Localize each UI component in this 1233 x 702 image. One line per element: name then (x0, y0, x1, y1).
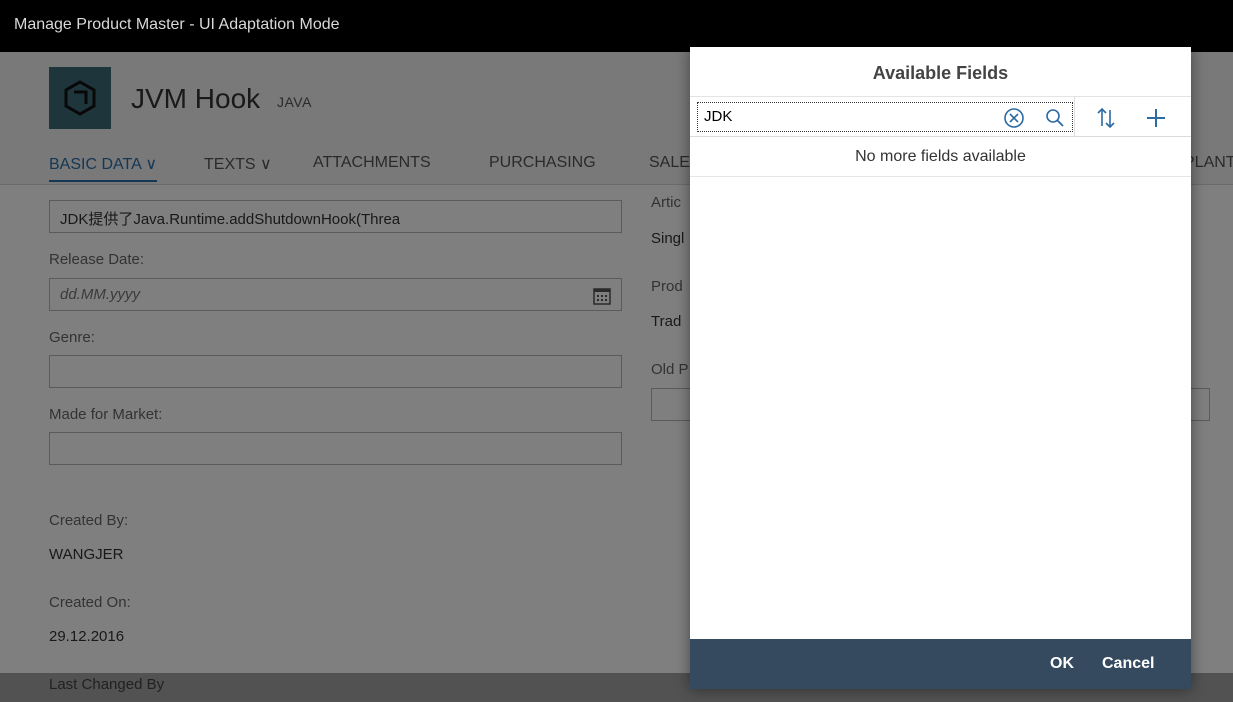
add-icon[interactable] (1144, 106, 1168, 130)
dialog-footer: OK Cancel (690, 639, 1191, 689)
cancel-button[interactable]: Cancel (1102, 639, 1154, 689)
available-fields-dialog: Available Fields JDK No more fields avai… (690, 47, 1191, 689)
app-title: Manage Product Master - UI Adaptation Mo… (14, 16, 340, 33)
search-field[interactable] (697, 102, 1073, 132)
dialog-title: Available Fields (690, 47, 1191, 97)
shell-bar: Manage Product Master - UI Adaptation Mo… (0, 0, 1233, 52)
search-input[interactable] (704, 108, 994, 125)
search-toolbar (690, 97, 1191, 137)
ok-button[interactable]: OK (1050, 639, 1074, 689)
search-icon[interactable] (1044, 107, 1066, 129)
sort-icon[interactable] (1094, 106, 1118, 130)
toolbar-divider (1074, 97, 1075, 137)
clear-icon[interactable] (1003, 107, 1025, 129)
empty-list-message: No more fields available (690, 137, 1191, 177)
